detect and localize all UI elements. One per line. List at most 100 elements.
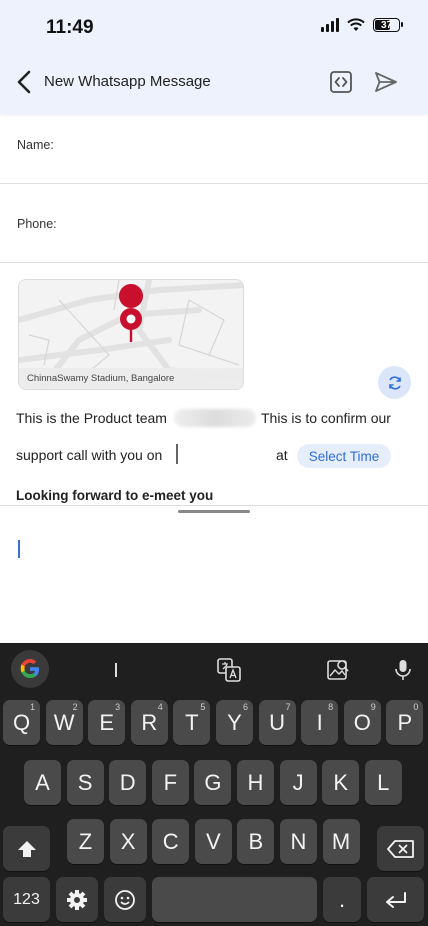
enter-icon bbox=[385, 891, 406, 908]
key-z[interactable]: Z bbox=[67, 819, 104, 864]
key-label: P bbox=[397, 709, 413, 735]
battery-level: 37 bbox=[380, 19, 393, 31]
key-hint: 0 bbox=[413, 702, 419, 712]
wifi-icon bbox=[347, 18, 365, 31]
key-label: R bbox=[141, 709, 158, 735]
key-p[interactable]: P0 bbox=[386, 700, 424, 745]
key-q[interactable]: Q1 bbox=[3, 700, 40, 745]
gear-icon bbox=[67, 889, 87, 910]
enter-key[interactable] bbox=[367, 877, 424, 922]
period-key[interactable]: . bbox=[323, 877, 361, 922]
space-key[interactable] bbox=[152, 877, 317, 922]
key-label: A bbox=[35, 769, 50, 795]
select-time-button[interactable]: Select Time bbox=[297, 444, 391, 468]
location-map[interactable]: ChinnaSwamy Stadium, Bangalore bbox=[18, 279, 244, 390]
key-r[interactable]: R4 bbox=[130, 700, 168, 745]
text-cursor-icon[interactable] bbox=[115, 663, 117, 677]
key-hint: 4 bbox=[157, 702, 163, 712]
key-label: E bbox=[99, 709, 115, 735]
back-arrow-icon[interactable] bbox=[14, 69, 34, 95]
key-label: S bbox=[77, 769, 93, 795]
signal-icon bbox=[321, 18, 339, 32]
key-j[interactable]: J bbox=[279, 760, 317, 805]
key-label: O bbox=[353, 709, 371, 735]
shift-icon bbox=[17, 840, 36, 857]
key-t[interactable]: T5 bbox=[173, 700, 211, 745]
map-location-caption: ChinnaSwamy Stadium, Bangalore bbox=[19, 368, 243, 389]
key-label: M bbox=[331, 828, 351, 854]
message-line2-at: at bbox=[276, 447, 288, 463]
google-icon[interactable] bbox=[11, 650, 49, 688]
key-hint: 5 bbox=[200, 702, 206, 712]
phone-field[interactable]: Phone: bbox=[0, 184, 428, 263]
backspace-key[interactable] bbox=[377, 826, 424, 871]
key-y[interactable]: Y6 bbox=[216, 700, 253, 745]
lens-image-icon[interactable] bbox=[325, 657, 351, 683]
key-label: Q bbox=[12, 709, 31, 735]
key-e[interactable]: E3 bbox=[88, 700, 126, 745]
key-b[interactable]: B bbox=[237, 819, 275, 864]
key-hint: 1 bbox=[29, 702, 35, 712]
date-field-cursor[interactable] bbox=[176, 444, 178, 464]
numbers-key[interactable]: 123 bbox=[3, 877, 50, 922]
key-i[interactable]: I8 bbox=[301, 700, 339, 745]
key-label: D bbox=[119, 769, 136, 795]
name-field[interactable]: Name: bbox=[0, 114, 428, 184]
key-label: Z bbox=[78, 828, 93, 854]
key-w[interactable]: W2 bbox=[45, 700, 83, 745]
key-hint: 3 bbox=[115, 702, 121, 712]
drag-handle[interactable] bbox=[178, 510, 250, 513]
code-template-icon[interactable] bbox=[329, 70, 353, 94]
key-label: T bbox=[185, 709, 199, 735]
key-k[interactable]: K bbox=[322, 760, 360, 805]
message-line1-end: This is to confirm our bbox=[261, 410, 391, 426]
key-label: L bbox=[377, 769, 390, 795]
key-d[interactable]: D bbox=[109, 760, 147, 805]
key-x[interactable]: X bbox=[109, 819, 147, 864]
shift-key[interactable] bbox=[3, 826, 50, 871]
send-icon[interactable] bbox=[373, 70, 399, 94]
header-bar: 11:49 37 New Whatsapp Message bbox=[0, 0, 428, 114]
settings-key[interactable] bbox=[56, 877, 98, 922]
key-label: H bbox=[247, 769, 264, 795]
keyboard-toolbar bbox=[0, 643, 428, 693]
key-g[interactable]: G bbox=[194, 760, 232, 805]
backspace-icon bbox=[386, 839, 414, 858]
key-label: B bbox=[248, 828, 264, 854]
key-label: F bbox=[163, 769, 178, 795]
message-line3: Looking forward to e-meet you bbox=[16, 488, 214, 503]
emoji-icon bbox=[115, 889, 135, 910]
key-c[interactable]: C bbox=[152, 819, 190, 864]
key-v[interactable]: V bbox=[194, 819, 232, 864]
key-hint: 9 bbox=[370, 702, 376, 712]
microphone-icon[interactable] bbox=[390, 657, 416, 683]
key-l[interactable]: L bbox=[364, 760, 402, 805]
google-logo bbox=[20, 659, 39, 678]
key-a[interactable]: A bbox=[24, 760, 61, 805]
key-label: X bbox=[120, 828, 136, 854]
key-o[interactable]: O9 bbox=[343, 700, 381, 745]
key-s[interactable]: S bbox=[66, 760, 104, 805]
battery-icon: 37 bbox=[373, 18, 403, 32]
key-m[interactable]: M bbox=[322, 819, 360, 864]
page-title: New Whatsapp Message bbox=[44, 73, 211, 90]
phone-label: Phone: bbox=[17, 217, 57, 231]
key-label: K bbox=[333, 769, 349, 795]
key-n[interactable]: N bbox=[280, 819, 317, 864]
key-u[interactable]: U7 bbox=[258, 700, 296, 745]
translate-icon[interactable] bbox=[216, 657, 242, 683]
status-icons: 37 bbox=[321, 18, 403, 32]
key-f[interactable]: F bbox=[151, 760, 189, 805]
refresh-icon bbox=[388, 375, 401, 390]
message-line2-start: support call with you on bbox=[16, 447, 163, 463]
key-label: N bbox=[290, 828, 307, 854]
key-label: U bbox=[269, 709, 286, 735]
text-input-cursor[interactable] bbox=[18, 540, 20, 558]
key-hint: 7 bbox=[285, 702, 291, 712]
emoji-key[interactable] bbox=[104, 877, 146, 922]
refresh-button[interactable] bbox=[378, 366, 411, 399]
name-label: Name: bbox=[17, 138, 54, 152]
key-hint: 6 bbox=[242, 702, 248, 712]
key-h[interactable]: H bbox=[237, 760, 274, 805]
redacted-team-name bbox=[174, 409, 256, 427]
